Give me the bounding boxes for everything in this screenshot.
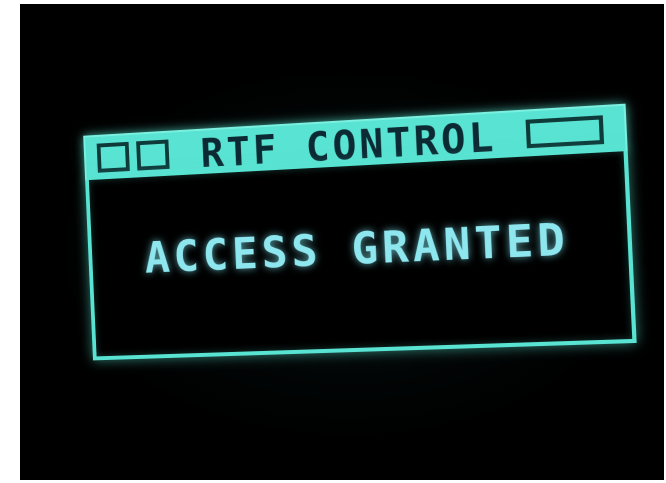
access-window: RTF CONTROL ACCESS GRANTED (83, 103, 637, 361)
square-box-icon[interactable] (96, 141, 130, 173)
window-body: ACCESS GRANTED (85, 151, 637, 361)
square-box-icon[interactable] (136, 139, 170, 171)
monitor-screen: RTF CONTROL ACCESS GRANTED (20, 4, 664, 480)
wide-box-icon[interactable] (525, 115, 605, 149)
access-status-message: ACCESS GRANTED (143, 213, 571, 284)
